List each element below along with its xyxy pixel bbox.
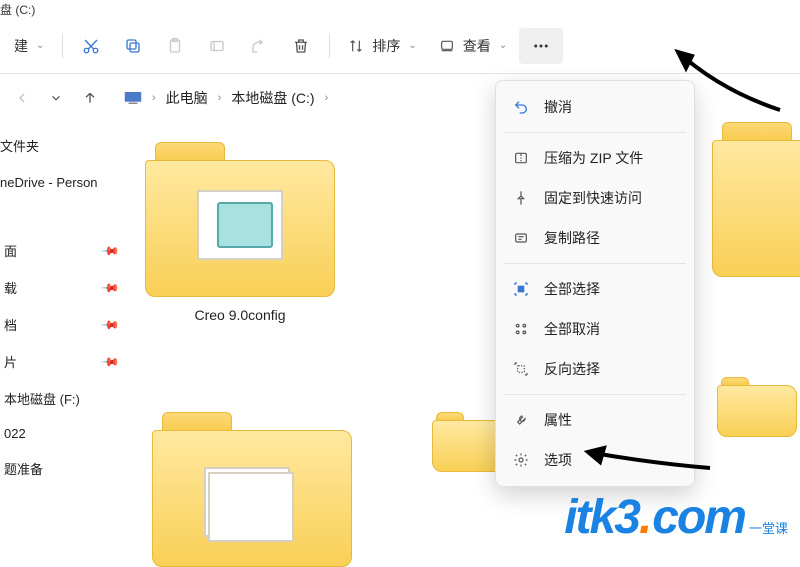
window-title: 盘 (C:)	[0, 0, 800, 18]
crumb-pc[interactable]: 此电脑	[166, 88, 208, 108]
up-icon[interactable]	[80, 88, 100, 108]
folder-icon[interactable]	[717, 377, 797, 437]
copy-icon[interactable]	[113, 28, 153, 64]
sidebar-item[interactable]: 题准备	[0, 450, 132, 487]
new-button[interactable]: 建⌄	[4, 28, 54, 64]
cut-icon[interactable]	[71, 28, 111, 64]
sidebar-item[interactable]: 面📌	[0, 232, 132, 269]
pin-icon: 📌	[100, 351, 120, 371]
pc-icon	[124, 91, 142, 105]
sidebar-onedrive[interactable]: neDrive - Person	[0, 167, 132, 198]
watermark: itk3.com 一堂课	[564, 490, 788, 545]
down-icon[interactable]	[46, 88, 66, 108]
pin-icon: 📌	[100, 240, 120, 260]
menu-deselect[interactable]: 全部取消	[496, 309, 694, 349]
pin-icon: 📌	[100, 314, 120, 334]
menu-pin[interactable]: 固定到快速访问	[496, 178, 694, 218]
menu-separator	[504, 132, 686, 133]
folder-label: Creo 9.0config	[194, 307, 285, 323]
content-pane: Creo 9.0config	[132, 122, 800, 551]
menu-copy-path[interactable]: 复制路径	[496, 218, 694, 258]
more-button[interactable]	[519, 28, 563, 64]
menu-select-all[interactable]: 全部选择	[496, 269, 694, 309]
chevron-right-icon: ›	[152, 92, 156, 104]
zip-icon	[512, 149, 530, 167]
gear-icon	[512, 451, 530, 469]
sidebar-header: 文件夹	[0, 132, 132, 167]
divider	[62, 34, 63, 58]
pin-icon: 📌	[100, 277, 120, 297]
annotation-arrow	[640, 40, 790, 120]
menu-separator	[504, 394, 686, 395]
annotation-arrow	[570, 438, 720, 478]
undo-icon	[512, 98, 530, 116]
delete-icon[interactable]	[281, 28, 321, 64]
menu-invert[interactable]: 反向选择	[496, 349, 694, 389]
copy-path-icon	[512, 229, 530, 247]
back-icon	[12, 88, 32, 108]
view-button[interactable]: 查看⌄	[429, 28, 517, 64]
folder-icon[interactable]	[712, 122, 800, 277]
sidebar-item[interactable]: 载📌	[0, 269, 132, 306]
chevron-right-icon: ›	[325, 92, 329, 104]
sidebar: 文件夹 neDrive - Person 面📌 载📌 档📌 片📌 本地磁盘 (F…	[0, 122, 132, 551]
select-all-icon	[512, 280, 530, 298]
chevron-right-icon: ›	[218, 92, 222, 104]
crumb-drive[interactable]: 本地磁盘 (C:)	[231, 88, 314, 108]
sidebar-item[interactable]: 片📌	[0, 343, 132, 380]
breadcrumb[interactable]: › 此电脑 › 本地磁盘 (C:) ›	[124, 88, 332, 108]
wrench-icon	[512, 411, 530, 429]
sidebar-item[interactable]: 本地磁盘 (F:)	[0, 380, 132, 417]
sidebar-item[interactable]: 档📌	[0, 306, 132, 343]
sort-button[interactable]: 排序⌄	[338, 28, 426, 64]
paste-icon	[155, 28, 195, 64]
sidebar-item[interactable]: 022	[0, 417, 132, 450]
share-icon	[239, 28, 279, 64]
deselect-icon	[512, 320, 530, 338]
menu-zip[interactable]: 压缩为 ZIP 文件	[496, 138, 694, 178]
rename-icon	[197, 28, 237, 64]
invert-icon	[512, 360, 530, 378]
pin-icon	[512, 189, 530, 207]
folder-icon	[145, 142, 335, 297]
folder-item[interactable]: Creo 9.0config	[140, 142, 340, 323]
divider	[329, 34, 330, 58]
menu-separator	[504, 263, 686, 264]
menu-properties[interactable]: 属性	[496, 400, 694, 440]
folder-icon[interactable]	[152, 412, 352, 567]
context-menu: 撤消 压缩为 ZIP 文件 固定到快速访问 复制路径 全部选择 全部取消 反向选…	[495, 80, 695, 487]
